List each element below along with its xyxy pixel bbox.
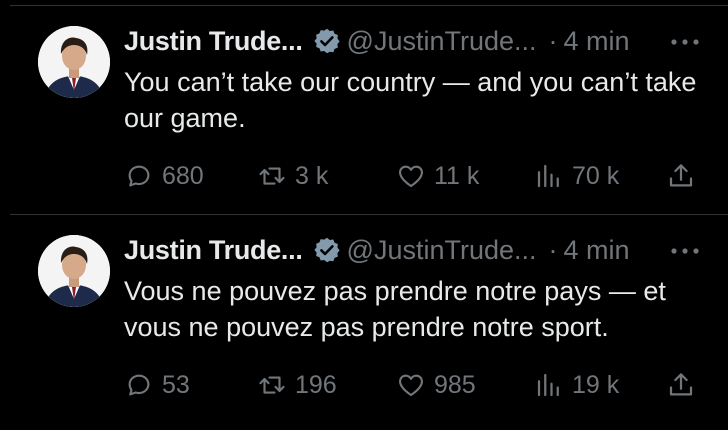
- retweet-icon: [259, 167, 285, 185]
- views-button[interactable]: 19 k: [534, 365, 619, 405]
- like-button[interactable]: 985: [396, 365, 476, 405]
- reply-button[interactable]: 680: [124, 156, 204, 196]
- share-upload-icon: [669, 373, 693, 396]
- heart-icon: [399, 165, 423, 188]
- tweet-header: Justin Trude... @JustinTrude... · 4 min: [124, 24, 630, 58]
- like-button[interactable]: 11 k: [396, 156, 479, 196]
- separator-dot: ·: [548, 25, 558, 56]
- share-upload-icon: [669, 164, 693, 187]
- avatar[interactable]: [38, 26, 110, 98]
- retweet-button[interactable]: 196: [257, 365, 337, 405]
- verified-badge-icon: [313, 27, 341, 55]
- tweet-actions: 53 196 985 19 k: [124, 365, 704, 405]
- like-count: 11 k: [434, 161, 480, 190]
- verified-badge-icon: [313, 236, 341, 264]
- more-dots-icon[interactable]: [668, 237, 702, 265]
- reply-count: 53: [162, 370, 190, 399]
- tweet-text: You can’t take our country — and you can…: [124, 67, 697, 133]
- views-count: 70 k: [572, 161, 620, 190]
- retweet-button[interactable]: 3 k: [257, 156, 328, 196]
- share-button[interactable]: [666, 156, 696, 196]
- separator-dot: ·: [548, 234, 558, 265]
- tweet[interactable]: Justin Trude... @JustinTrude... · 4 min …: [0, 6, 728, 214]
- reply-button[interactable]: 53: [124, 365, 190, 405]
- timestamp[interactable]: 4 min: [564, 26, 630, 57]
- retweet-icon: [259, 376, 285, 394]
- speech-bubble-icon: [128, 374, 150, 396]
- author-name[interactable]: Justin Trude...: [124, 235, 303, 266]
- reply-count: 680: [162, 161, 204, 190]
- tweet-actions: 680 3 k 11 k 70 k: [124, 156, 704, 196]
- author-handle[interactable]: @JustinTrude...: [347, 26, 537, 57]
- author-handle[interactable]: @JustinTrude...: [347, 235, 537, 266]
- bar-chart-icon: [537, 373, 559, 397]
- retweet-count: 196: [295, 370, 337, 399]
- tweet[interactable]: Justin Trude... @JustinTrude... · 4 min …: [0, 215, 728, 430]
- tweet-header: Justin Trude... @JustinTrude... · 4 min: [124, 233, 630, 267]
- tweet-text: Vous ne pouvez pas prendre notre pays — …: [124, 276, 666, 342]
- timestamp[interactable]: 4 min: [564, 235, 630, 266]
- like-count: 985: [434, 370, 476, 399]
- more-dots-icon[interactable]: [668, 28, 702, 56]
- tweet-feed: Justin Trude... @JustinTrude... · 4 min …: [0, 0, 728, 430]
- views-count: 19 k: [572, 370, 620, 399]
- avatar[interactable]: [38, 235, 110, 307]
- heart-icon: [399, 374, 423, 397]
- views-button[interactable]: 70 k: [534, 156, 619, 196]
- author-name[interactable]: Justin Trude...: [124, 26, 303, 57]
- bar-chart-icon: [537, 164, 559, 188]
- share-button[interactable]: [666, 365, 696, 405]
- speech-bubble-icon: [128, 165, 150, 187]
- retweet-count: 3 k: [295, 161, 329, 190]
